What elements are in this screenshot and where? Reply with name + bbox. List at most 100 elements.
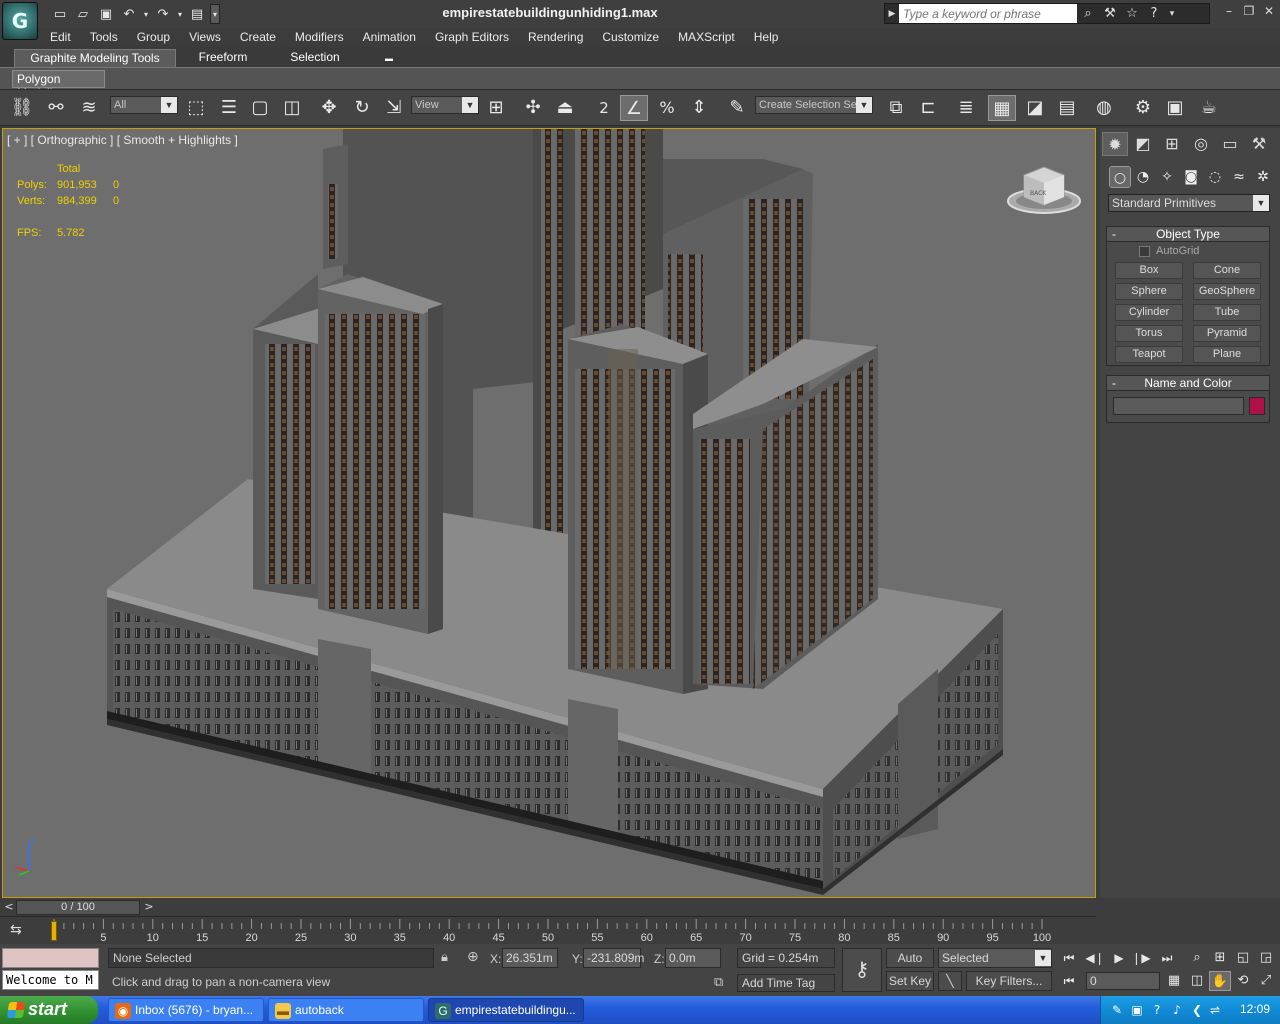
next-key-icon[interactable]: ❘▶: [1130, 948, 1152, 968]
space-warps-icon[interactable]: ≈: [1228, 166, 1250, 188]
zoom-icon[interactable]: ⌕: [1186, 948, 1208, 968]
search-expand-icon[interactable]: ▶: [885, 9, 899, 19]
percent-snap-icon[interactable]: %: [653, 95, 681, 121]
network-icon[interactable]: ▣: [1129, 1002, 1145, 1018]
sphere-button[interactable]: Sphere: [1115, 283, 1183, 300]
viewport-label[interactable]: [ + ] [ Orthographic ] [ Smooth + Highli…: [7, 133, 238, 147]
angle-snap-icon[interactable]: ∠: [620, 95, 648, 121]
tab-freeform[interactable]: Freeform: [190, 49, 256, 67]
menu-views[interactable]: Views: [179, 28, 230, 46]
minimize-icon[interactable]: –: [1222, 4, 1236, 20]
key-mode-toggle-icon[interactable]: ⏮: [1058, 971, 1080, 991]
absolute-mode-icon[interactable]: ⊕: [467, 949, 479, 965]
named-selection-dropdown[interactable]: Create Selection Se ▼: [755, 96, 873, 114]
time-slider[interactable]: < 0 / 100 >: [0, 899, 1096, 916]
menu-modifiers[interactable]: Modifiers: [285, 28, 353, 46]
play-icon[interactable]: ▶: [1108, 948, 1130, 968]
select-by-name-icon[interactable]: ☰: [215, 95, 243, 121]
taskbar-item-autoback[interactable]: ▬ autoback: [268, 998, 424, 1022]
utilities-tab-icon[interactable]: ⚒: [1246, 132, 1272, 156]
select-and-link-icon[interactable]: ⛓: [8, 95, 36, 121]
close-icon[interactable]: ✕: [1262, 4, 1276, 20]
help-dropdown-icon[interactable]: ▾: [1165, 9, 1179, 19]
zoom-extents-all-icon[interactable]: ◲: [1255, 948, 1277, 968]
torus-button[interactable]: Torus: [1115, 325, 1183, 342]
pan-view-icon[interactable]: ✋: [1209, 971, 1231, 991]
go-to-start-icon[interactable]: ⏮: [1058, 948, 1080, 968]
menu-help[interactable]: Help: [744, 28, 788, 46]
time-configuration-icon[interactable]: ▦: [1163, 971, 1185, 991]
start-button[interactable]: start: [0, 996, 98, 1024]
edit-named-selection-icon[interactable]: ✎: [723, 95, 751, 121]
rectangular-selection-icon[interactable]: ▢: [246, 95, 274, 121]
viewcube-icon[interactable]: BACK: [1006, 165, 1082, 217]
field-of-view-icon[interactable]: ◫: [1186, 971, 1208, 991]
previous-frame-icon[interactable]: <: [2, 900, 16, 914]
menu-group[interactable]: Group: [127, 28, 179, 46]
name-and-color-header[interactable]: - Name and Color: [1107, 376, 1269, 391]
mirror-icon[interactable]: ⧉: [882, 95, 910, 121]
layer-manager-icon[interactable]: ≣: [952, 95, 980, 121]
taskbar-item-inbox[interactable]: ◉ Inbox (5676) - bryan...: [108, 998, 264, 1022]
tab-selection[interactable]: Selection: [280, 49, 350, 67]
selection-filter-dropdown[interactable]: All ▼: [110, 96, 178, 114]
object-type-header[interactable]: - Object Type: [1107, 227, 1269, 242]
next-frame-icon[interactable]: >: [142, 900, 156, 914]
maximize-viewport-icon[interactable]: ⤢: [1255, 971, 1277, 991]
pivot-center-icon[interactable]: ⊞: [482, 95, 510, 121]
isolate-selection-icon[interactable]: ⧉: [714, 975, 723, 990]
schematic-view-icon[interactable]: ▤: [1053, 95, 1081, 121]
orthographic-viewport[interactable]: [ + ] [ Orthographic ] [ Smooth + Highli…: [2, 128, 1096, 898]
maxscript-mini-listener[interactable]: Welcome to M: [2, 970, 99, 990]
maxscript-mini-listener-pink[interactable]: [2, 948, 99, 968]
lock-icon[interactable]: 🔒︎: [441, 950, 448, 965]
teapot-button[interactable]: Teapot: [1115, 346, 1183, 363]
go-to-end-icon[interactable]: ⏭: [1156, 948, 1178, 968]
trackbar[interactable]: ⇆ 5 10 15 20 25 30 35 40 45 50 55 60 65 70 75 80 85 90 95 1…: [0, 916, 1096, 944]
binoculars-icon[interactable]: ⌕: [1077, 6, 1099, 21]
curve-editor-icon[interactable]: ◪: [1021, 95, 1049, 121]
shapes-icon[interactable]: ◔: [1132, 166, 1154, 188]
systems-icon[interactable]: ✲: [1252, 166, 1274, 188]
display-tab-icon[interactable]: ▭: [1217, 132, 1243, 156]
zoom-extents-icon[interactable]: ◱: [1232, 948, 1254, 968]
add-time-tag-field[interactable]: Add Time Tag: [737, 974, 835, 992]
plane-button[interactable]: Plane: [1193, 346, 1261, 363]
pen-icon[interactable]: ✎: [1109, 1002, 1125, 1018]
create-tab-icon[interactable]: ✹: [1102, 132, 1128, 156]
auto-key-button[interactable]: Auto Key: [886, 948, 934, 983]
align-icon[interactable]: ⊏: [914, 95, 942, 121]
tab-graphite-modeling-tools[interactable]: Graphite Modeling Tools: [14, 49, 176, 67]
orbit-icon[interactable]: ⟲: [1232, 971, 1254, 991]
unlink-selection-icon[interactable]: ⚯: [42, 95, 70, 121]
menu-maxscript[interactable]: MAXScript: [668, 28, 744, 46]
autogrid-checkbox[interactable]: AutoGrid: [1139, 245, 1199, 257]
y-coordinate-field[interactable]: -231.809m: [583, 948, 644, 968]
subscription-icon[interactable]: ⚒: [1099, 6, 1121, 21]
spinner-snap-icon[interactable]: ⇕: [685, 95, 713, 121]
modify-tab-icon[interactable]: ◩: [1130, 132, 1156, 156]
material-editor-icon[interactable]: ◍: [1090, 95, 1118, 121]
menu-tools[interactable]: Tools: [80, 28, 127, 46]
rendered-frame-window-icon[interactable]: ▣: [1161, 95, 1189, 121]
current-frame-field[interactable]: 0: [1086, 972, 1160, 990]
reference-coordinate-dropdown[interactable]: View ▼: [411, 96, 479, 114]
previous-key-icon[interactable]: ◀❘: [1084, 948, 1106, 968]
key-mode-dropdown[interactable]: Selected ▼: [938, 948, 1052, 968]
object-name-input[interactable]: [1113, 397, 1244, 415]
volume-icon[interactable]: ♪: [1169, 1002, 1185, 1018]
time-slider-thumb[interactable]: 0 / 100: [16, 900, 140, 915]
object-category-dropdown[interactable]: Standard Primitives ▼: [1108, 194, 1270, 212]
cameras-icon[interactable]: ◙: [1180, 166, 1202, 188]
menu-create[interactable]: Create: [230, 28, 285, 46]
object-color-swatch[interactable]: [1249, 397, 1265, 415]
z-coordinate-field[interactable]: 0.0m: [665, 948, 721, 968]
menu-customize[interactable]: Customize: [592, 28, 668, 46]
hierarchy-tab-icon[interactable]: ⊞: [1159, 132, 1185, 156]
geosphere-button[interactable]: GeoSphere: [1193, 283, 1261, 300]
menu-rendering[interactable]: Rendering: [518, 28, 592, 46]
select-object-icon[interactable]: ⬚: [182, 95, 210, 121]
x-coordinate-field[interactable]: 26.351m: [502, 948, 558, 968]
lights-icon[interactable]: ✧: [1156, 166, 1178, 188]
taskbar-item-3dsmax[interactable]: G empirestatebuildingu...: [428, 998, 584, 1022]
